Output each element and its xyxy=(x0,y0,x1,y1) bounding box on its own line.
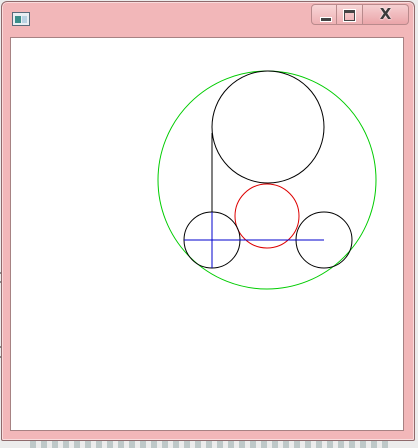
close-button[interactable]: X xyxy=(363,4,409,25)
maximize-button[interactable] xyxy=(337,4,363,25)
close-icon: X xyxy=(379,5,392,23)
app-window: X xyxy=(1,1,415,441)
top-black-circle xyxy=(211,70,325,184)
caption-buttons: X xyxy=(311,4,409,26)
background-text-strip xyxy=(30,441,390,448)
title-bar[interactable]: X xyxy=(2,2,414,35)
minimize-icon xyxy=(320,17,332,22)
maximize-icon xyxy=(344,10,355,21)
drawing-canvas[interactable] xyxy=(10,37,404,431)
circles-drawing xyxy=(157,70,377,290)
outer-green-circle xyxy=(157,70,377,290)
app-icon[interactable] xyxy=(12,12,30,26)
center-red-circle xyxy=(234,183,300,249)
minimize-button[interactable] xyxy=(311,4,337,25)
